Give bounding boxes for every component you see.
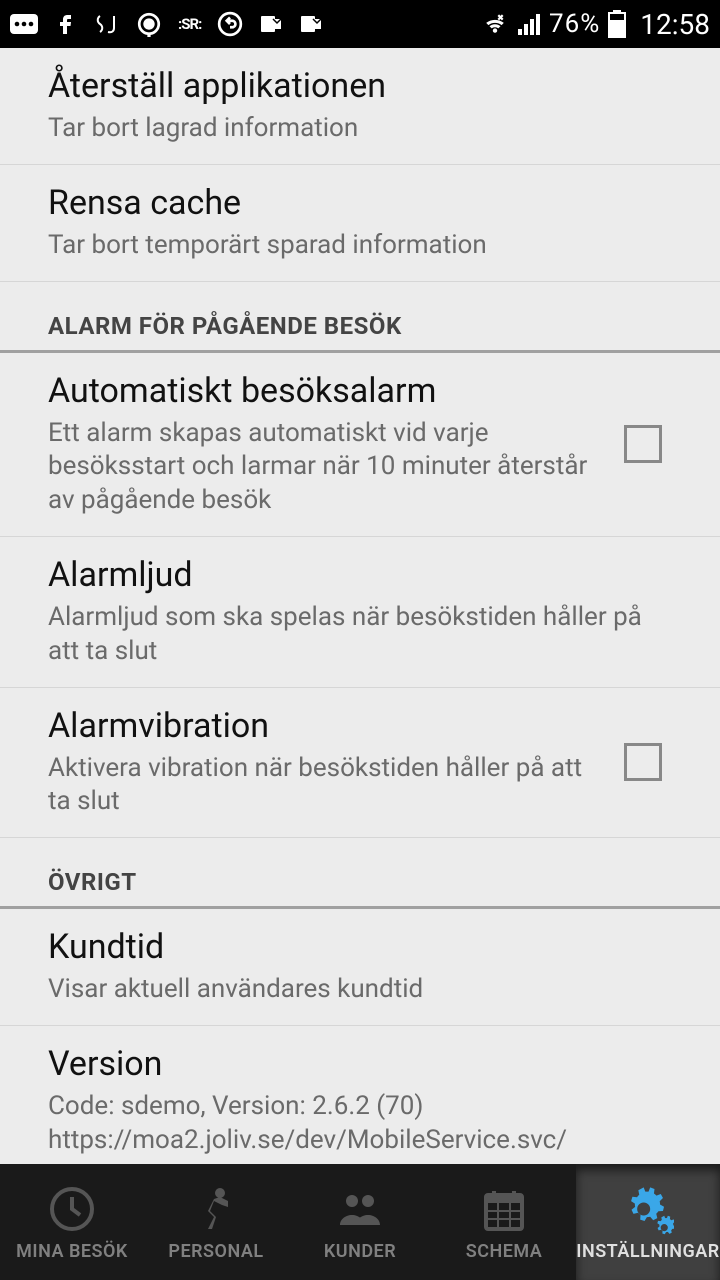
status-right: 76% 12:58 xyxy=(481,8,710,41)
item-sub: Aktivera vibration när besökstiden hålle… xyxy=(48,752,604,820)
item-sub: Tar bort temporärt sparad information xyxy=(48,229,652,263)
item-sub: Visar aktuell användares kundtid xyxy=(48,973,652,1007)
gear-icon xyxy=(622,1183,674,1235)
nav-label: INSTÄLLNINGAR xyxy=(576,1241,719,1262)
item-title: Alarmljud xyxy=(48,555,652,595)
auto-visit-alarm-item[interactable]: Automatiskt besöksalarm Ett alarm skapas… xyxy=(0,353,720,537)
nav-installningar[interactable]: INSTÄLLNINGAR xyxy=(576,1164,720,1280)
location-icon xyxy=(136,11,162,37)
status-left-icons: :SR: xyxy=(10,11,323,37)
version-item[interactable]: Version Code: sdemo, Version: 2.6.2 (70)… xyxy=(0,1026,720,1164)
outlook-icon xyxy=(259,12,283,36)
clear-cache-item[interactable]: Rensa cache Tar bort temporärt sparad in… xyxy=(0,165,720,282)
item-sub: Ett alarm skapas automatiskt vid varje b… xyxy=(48,417,604,518)
nav-label: PERSONAL xyxy=(168,1241,263,1262)
item-sub: Code: sdemo, Version: 2.6.2 (70) https:/… xyxy=(48,1090,652,1158)
battery-percent: 76% xyxy=(549,9,600,39)
item-title: Kundtid xyxy=(48,927,652,967)
section-other-header: ÖVRIGT xyxy=(0,838,720,909)
kundtid-item[interactable]: Kundtid Visar aktuell användares kundtid xyxy=(0,909,720,1026)
clock-icon xyxy=(48,1183,96,1235)
checkbox[interactable] xyxy=(624,743,662,781)
alarm-sound-item[interactable]: Alarmljud Alarmljud som ska spelas när b… xyxy=(0,537,720,688)
nav-mina-besok[interactable]: MINA BESÖK xyxy=(0,1164,144,1280)
nav-label: SCHEMA xyxy=(466,1241,543,1262)
signal-icon xyxy=(517,13,541,35)
nav-kunder[interactable]: KUNDER xyxy=(288,1164,432,1280)
clock-text: 12:58 xyxy=(640,8,710,41)
nav-label: KUNDER xyxy=(324,1241,396,1262)
running-person-icon xyxy=(192,1183,240,1235)
item-title: Alarmvibration xyxy=(48,706,604,746)
item-sub: Tar bort lagrad information xyxy=(48,112,652,146)
item-title: Rensa cache xyxy=(48,183,652,223)
outlook-icon-2 xyxy=(299,12,323,36)
section-alarm-header: ALARM FÖR PÅGÅENDE BESÖK xyxy=(0,282,720,353)
calendar-icon xyxy=(480,1183,528,1235)
sr-icon: :SR: xyxy=(178,15,201,33)
refresh-icon xyxy=(217,11,243,37)
alarm-vibration-item[interactable]: Alarmvibration Aktivera vibration när be… xyxy=(0,688,720,839)
battery-icon xyxy=(608,10,626,38)
reset-app-item[interactable]: Återställ applikationen Tar bort lagrad … xyxy=(0,48,720,165)
nav-schema[interactable]: SCHEMA xyxy=(432,1164,576,1280)
more-icon xyxy=(10,14,38,34)
checkbox[interactable] xyxy=(624,425,662,463)
people-icon xyxy=(336,1183,384,1235)
nav-label: MINA BESÖK xyxy=(16,1241,128,1262)
item-sub: Alarmljud som ska spelas när besökstiden… xyxy=(48,601,652,669)
nav-personal[interactable]: PERSONAL xyxy=(144,1164,288,1280)
facebook-icon xyxy=(54,12,78,36)
bottom-nav: MINA BESÖK PERSONAL KUNDER SCHEMA INSTÄL… xyxy=(0,1164,720,1280)
item-title: Version xyxy=(48,1044,652,1084)
settings-content: Återställ applikationen Tar bort lagrad … xyxy=(0,48,720,1164)
sj-icon xyxy=(94,12,120,36)
item-title: Automatiskt besöksalarm xyxy=(48,371,604,411)
wifi-icon xyxy=(481,13,509,35)
item-title: Återställ applikationen xyxy=(48,66,652,106)
status-bar: :SR: 76% 12:58 xyxy=(0,0,720,48)
